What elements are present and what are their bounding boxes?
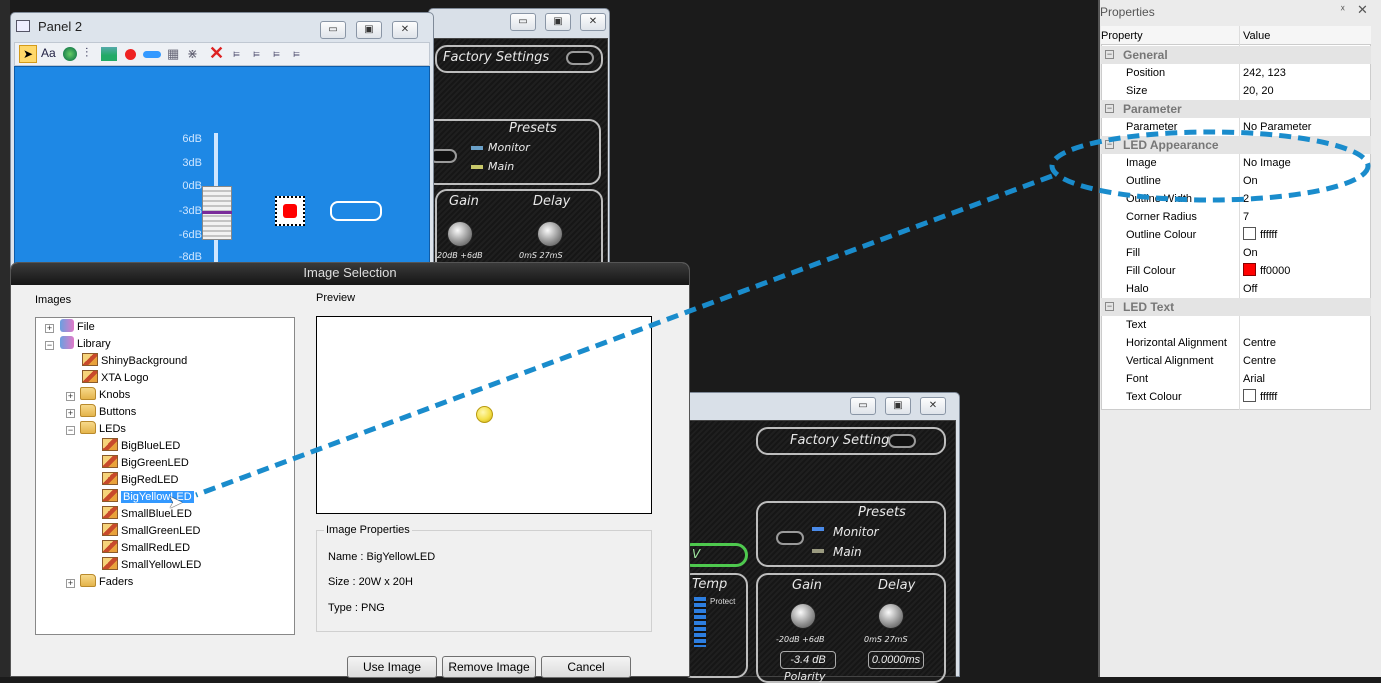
annotation-connector — [195, 173, 1053, 498]
annotation-overlay — [195, 129, 1371, 498]
annotation-ellipse — [1049, 129, 1371, 203]
